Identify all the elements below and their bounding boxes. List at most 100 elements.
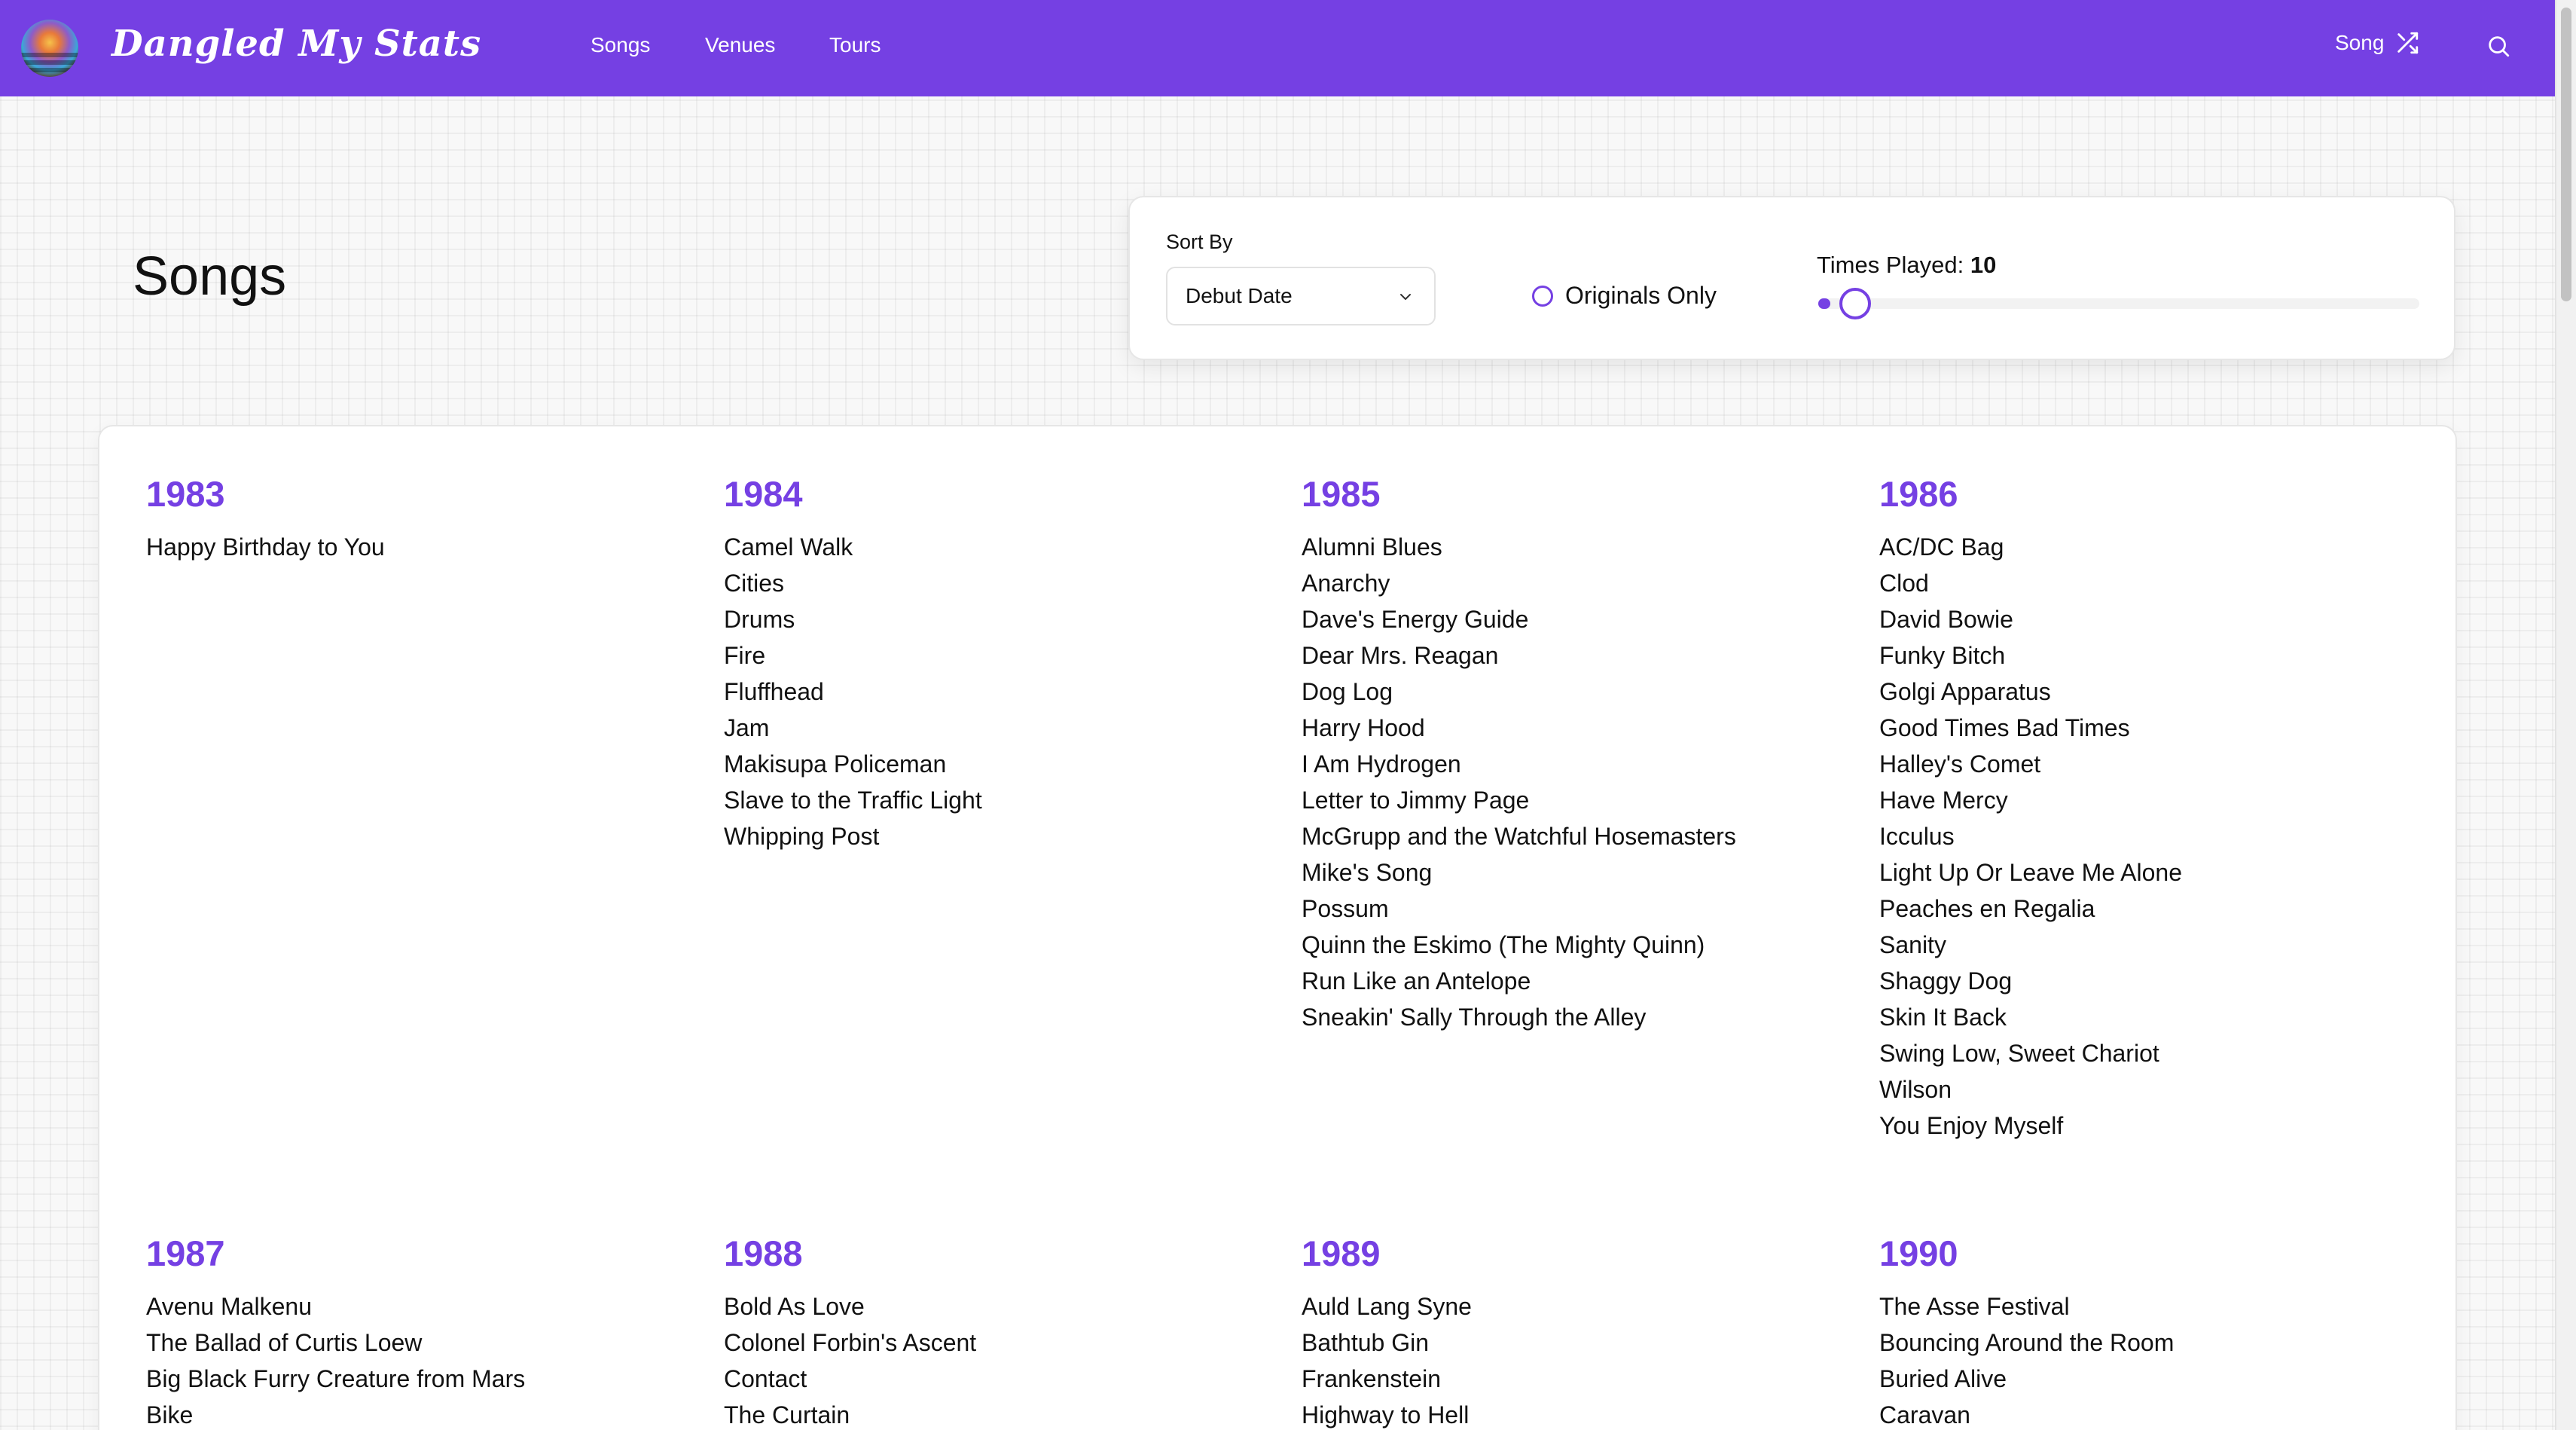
- song-link[interactable]: You Enjoy Myself: [1879, 1108, 2422, 1144]
- song-link[interactable]: Bold As Love: [724, 1288, 1266, 1325]
- sort-by-select[interactable]: Debut Date: [1166, 267, 1436, 325]
- scrollbar-thumb[interactable]: [2561, 8, 2571, 301]
- song-link[interactable]: Alumni Blues: [1302, 529, 1844, 565]
- song-link[interactable]: Run Like an Antelope: [1302, 963, 1844, 999]
- song-link[interactable]: Contact: [724, 1361, 1266, 1397]
- song-link[interactable]: Bike: [146, 1397, 688, 1430]
- nav-link-venues[interactable]: Venues: [705, 33, 775, 57]
- times-played-slider-track[interactable]: [1818, 298, 2419, 309]
- song-link[interactable]: Happy Birthday to You: [146, 529, 688, 565]
- chevron-down-icon: [1400, 294, 1411, 300]
- song-list: Avenu Malkenu The Ballad of Curtis Loew Bi…: [146, 1288, 688, 1430]
- song-link[interactable]: Letter to Jimmy Page: [1302, 782, 1844, 818]
- sort-by-label: Sort By: [1166, 231, 1233, 253]
- song-link[interactable]: Have Mercy: [1879, 782, 2422, 818]
- random-song-button[interactable]: Song: [2335, 30, 2420, 56]
- song-link[interactable]: Skin It Back: [1879, 999, 2422, 1035]
- song-link[interactable]: Buried Alive: [1879, 1361, 2422, 1397]
- filter-panel: Sort By Debut Date Originals Only Times …: [1128, 196, 2455, 360]
- song-link[interactable]: The Asse Festival: [1879, 1288, 2422, 1325]
- top-nav-bar: Dangled My Stats Songs Venues Tours Song: [0, 0, 2555, 96]
- song-link[interactable]: AC/DC Bag: [1879, 529, 2422, 565]
- song-link[interactable]: Frankenstein: [1302, 1361, 1844, 1397]
- song-link[interactable]: Drums: [724, 601, 1266, 637]
- sort-by-value: Debut Date: [1186, 284, 1293, 307]
- search-icon: [2489, 36, 2510, 57]
- song-link[interactable]: Fire: [724, 637, 1266, 674]
- year-heading: 1985: [1302, 474, 1381, 514]
- song-link[interactable]: Funky Bitch: [1879, 637, 2422, 674]
- song-link[interactable]: Icculus: [1879, 818, 2422, 854]
- song-link[interactable]: Dear Mrs. Reagan: [1302, 637, 1844, 674]
- random-song-label: Song: [2335, 31, 2385, 54]
- year-heading: 1989: [1302, 1233, 1381, 1273]
- song-link[interactable]: Sanity: [1879, 927, 2422, 963]
- site-brand-title[interactable]: Dangled My Stats: [111, 23, 481, 65]
- song-link[interactable]: Anarchy: [1302, 565, 1844, 601]
- song-link[interactable]: Camel Walk: [724, 529, 1266, 565]
- songs-by-year-card: 1983 Happy Birthday to You 1984 Camel Wa…: [98, 425, 2457, 1430]
- song-link[interactable]: David Bowie: [1879, 601, 2422, 637]
- song-link[interactable]: Bathtub Gin: [1302, 1325, 1844, 1361]
- song-link[interactable]: Caravan: [1879, 1397, 2422, 1430]
- song-list: The Asse Festival Bouncing Around the Roo…: [1879, 1288, 2422, 1430]
- song-link[interactable]: Jam: [724, 710, 1266, 746]
- song-link[interactable]: Slave to the Traffic Light: [724, 782, 1266, 818]
- song-link[interactable]: Colonel Forbin's Ascent: [724, 1325, 1266, 1361]
- site-logo[interactable]: [21, 20, 78, 77]
- song-list: Auld Lang Syne Bathtub Gin Frankenstein Hig…: [1302, 1288, 1844, 1430]
- shuffle-icon: [2397, 32, 2419, 54]
- song-link[interactable]: Light Up Or Leave Me Alone: [1879, 854, 2422, 891]
- page-scrollbar[interactable]: [2555, 0, 2576, 1430]
- song-link[interactable]: McGrupp and the Watchful Hosemasters: [1302, 818, 1844, 854]
- song-link[interactable]: Bouncing Around the Room: [1879, 1325, 2422, 1361]
- song-link[interactable]: The Ballad of Curtis Loew: [146, 1325, 688, 1361]
- year-heading: 1984: [724, 474, 803, 514]
- times-played-value: 10: [1970, 252, 1997, 278]
- song-list: Camel Walk Cities Drums Fire Fluffhead Jam Mak…: [724, 529, 1266, 854]
- year-heading: 1988: [724, 1233, 803, 1273]
- song-link[interactable]: Good Times Bad Times: [1879, 710, 2422, 746]
- search-button[interactable]: [2486, 33, 2513, 60]
- year-heading: 1987: [146, 1233, 225, 1273]
- year-group-1990: 1990 The Asse Festival Bouncing Around th…: [1879, 1233, 2422, 1430]
- year-group-1986: 1986 AC/DC Bag Clod David Bowie Funky Bitch…: [1879, 473, 2422, 1144]
- song-link[interactable]: Cities: [724, 565, 1266, 601]
- originals-only-radio[interactable]: [1532, 285, 1553, 307]
- song-link[interactable]: Dog Log: [1302, 674, 1844, 710]
- song-link[interactable]: Sneakin' Sally Through the Alley: [1302, 999, 1844, 1035]
- times-played-label: Times Played: 10: [1817, 252, 1996, 279]
- song-link[interactable]: Harry Hood: [1302, 710, 1844, 746]
- song-link[interactable]: The Curtain: [724, 1397, 1266, 1430]
- song-link[interactable]: Highway to Hell: [1302, 1397, 1844, 1430]
- song-link[interactable]: Mike's Song: [1302, 854, 1844, 891]
- year-group-1988: 1988 Bold As Love Colonel Forbin's Ascent…: [724, 1233, 1266, 1430]
- song-link[interactable]: Halley's Comet: [1879, 746, 2422, 782]
- song-link[interactable]: Swing Low, Sweet Chariot: [1879, 1035, 2422, 1071]
- song-link[interactable]: Big Black Furry Creature from Mars: [146, 1361, 688, 1397]
- times-played-slider-thumb[interactable]: [1839, 288, 1871, 319]
- song-link[interactable]: Wilson: [1879, 1071, 2422, 1108]
- song-link[interactable]: Clod: [1879, 565, 2422, 601]
- song-list: Happy Birthday to You: [146, 529, 688, 565]
- song-link[interactable]: Fluffhead: [724, 674, 1266, 710]
- year-group-1987: 1987 Avenu Malkenu The Ballad of Curtis L…: [146, 1233, 688, 1430]
- song-link[interactable]: Shaggy Dog: [1879, 963, 2422, 999]
- nav-link-songs[interactable]: Songs: [591, 33, 650, 57]
- nav-link-tours[interactable]: Tours: [829, 33, 881, 57]
- song-link[interactable]: I Am Hydrogen: [1302, 746, 1844, 782]
- song-link[interactable]: Quinn the Eskimo (The Mighty Quinn): [1302, 927, 1844, 963]
- originals-only-toggle[interactable]: Originals Only: [1532, 282, 1717, 310]
- song-link[interactable]: Golgi Apparatus: [1879, 674, 2422, 710]
- song-link[interactable]: Peaches en Regalia: [1879, 891, 2422, 927]
- song-link[interactable]: Makisupa Policeman: [724, 746, 1266, 782]
- song-link[interactable]: Avenu Malkenu: [146, 1288, 688, 1325]
- song-link[interactable]: Auld Lang Syne: [1302, 1288, 1844, 1325]
- song-list: Bold As Love Colonel Forbin's Ascent Conta…: [724, 1288, 1266, 1430]
- song-link[interactable]: Whipping Post: [724, 818, 1266, 854]
- year-group-1984: 1984 Camel Walk Cities Drums Fire Fluffhead J…: [724, 473, 1266, 854]
- year-heading: 1990: [1879, 1233, 1958, 1273]
- times-played-slider-fill: [1818, 298, 1830, 309]
- song-link[interactable]: Dave's Energy Guide: [1302, 601, 1844, 637]
- song-link[interactable]: Possum: [1302, 891, 1844, 927]
